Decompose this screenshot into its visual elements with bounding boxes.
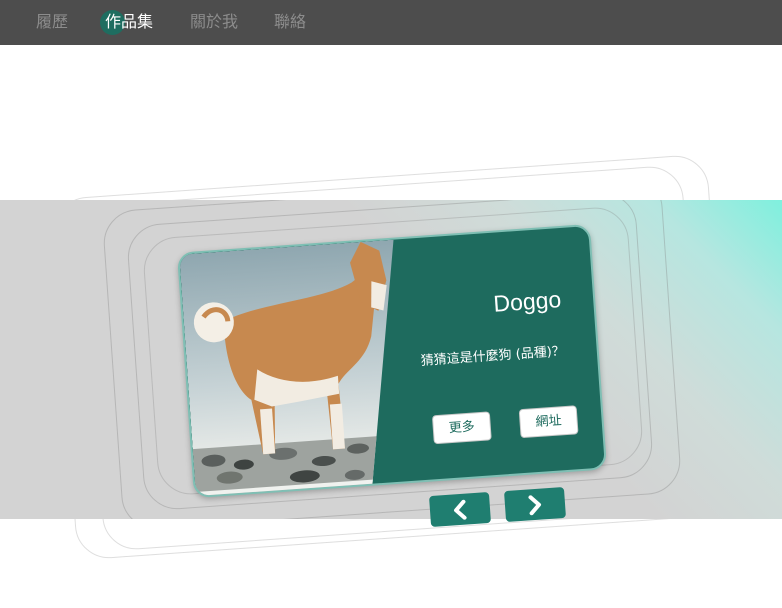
prev-button[interactable]: [428, 491, 492, 528]
top-navbar: 履歷 作品集 關於我 聯絡: [0, 0, 782, 45]
url-button[interactable]: 網址: [518, 405, 579, 439]
nav-item-about[interactable]: 關於我: [190, 12, 238, 32]
next-button[interactable]: [503, 486, 567, 523]
card-title: Doggo: [492, 286, 562, 317]
chevron-left-icon: [454, 499, 467, 520]
nav-item-portfolio[interactable]: 作品集: [105, 12, 153, 32]
more-button[interactable]: 更多: [431, 411, 492, 445]
project-card: Doggo 猜猜這是什麼狗 (品種)？ 更多 網址: [176, 223, 608, 499]
card-description: 猜猜這是什麼狗 (品種)？: [420, 343, 566, 369]
dog-photo: [179, 240, 411, 499]
nav-item-contact[interactable]: 聯絡: [274, 12, 306, 32]
chevron-right-icon: [528, 494, 541, 515]
nav-item-resume[interactable]: 履歷: [36, 12, 68, 32]
